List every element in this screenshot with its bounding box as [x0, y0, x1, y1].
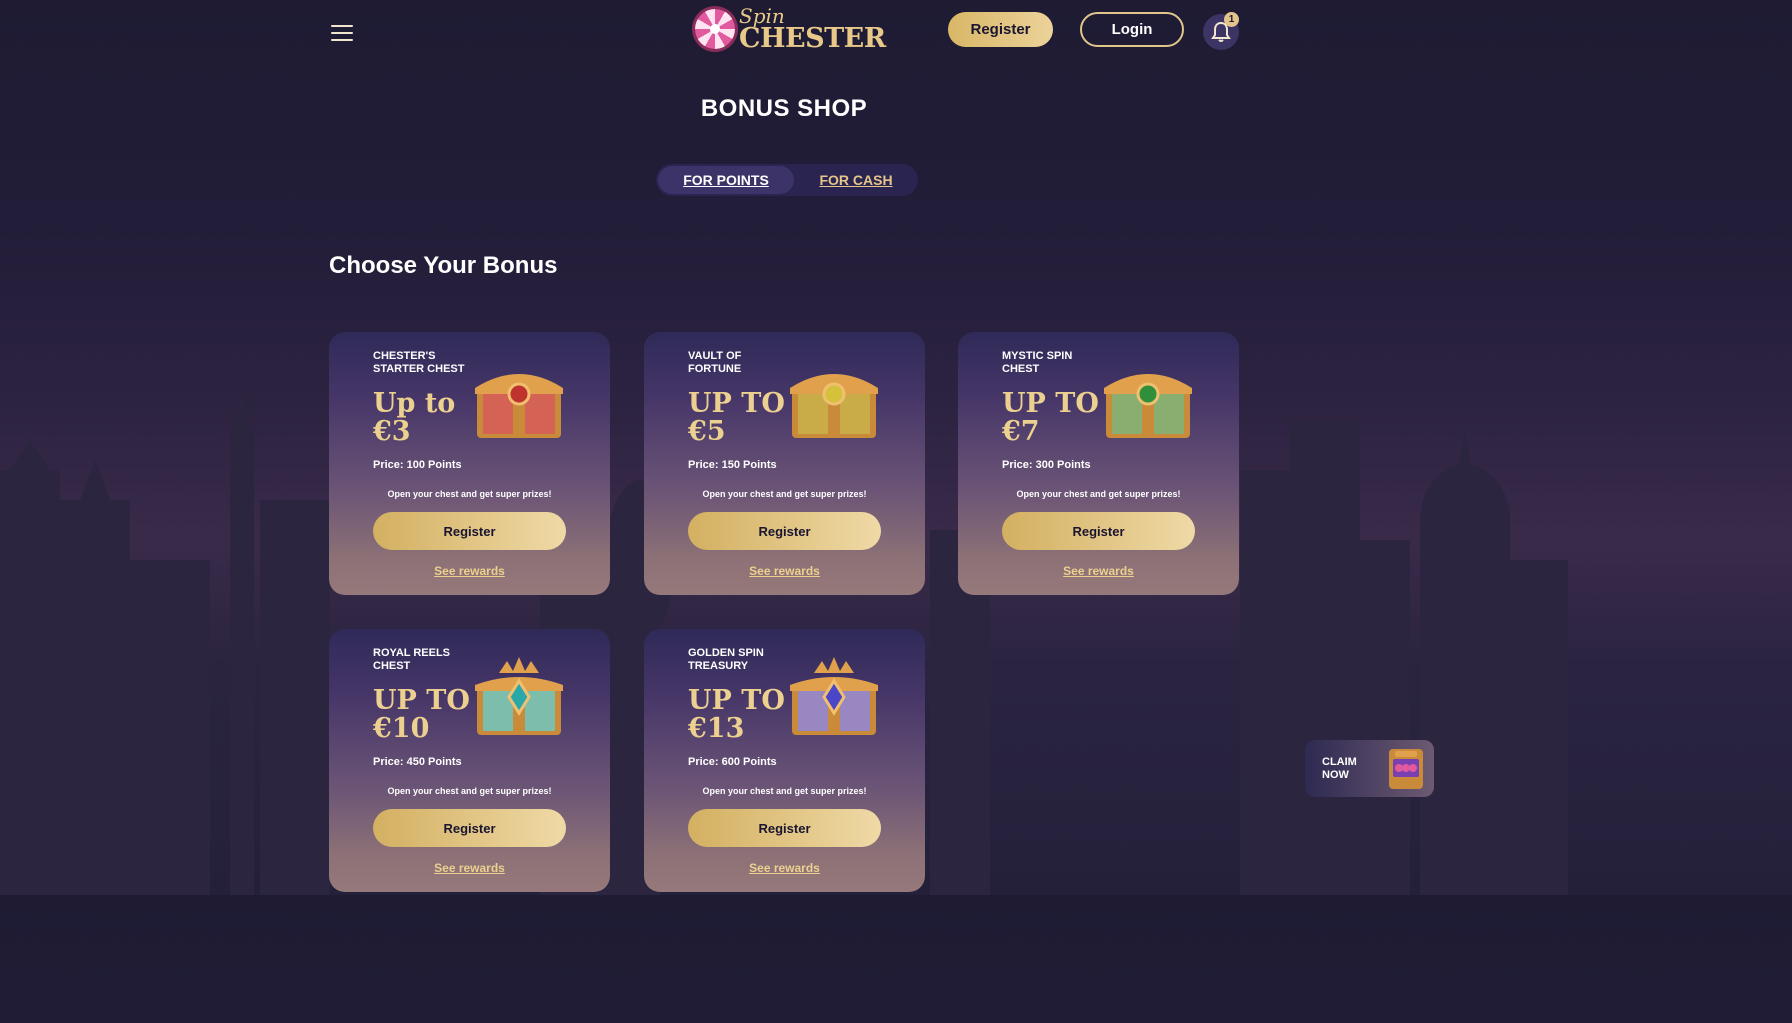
- menu-icon[interactable]: [331, 20, 353, 46]
- card-description: Open your chest and get super prizes!: [702, 786, 867, 796]
- claim-now-label: CLAIM NOW: [1322, 756, 1357, 781]
- card-name: MYSTIC SPIN CHEST: [1002, 350, 1073, 375]
- header-register-button[interactable]: Register: [948, 12, 1053, 47]
- card-amount: UP TO €7: [1002, 388, 1099, 447]
- card-register-button[interactable]: Register: [688, 512, 881, 550]
- card-amount: UP TO €10: [373, 685, 470, 744]
- card-name: ROYAL REELS CHEST: [373, 647, 451, 672]
- card-amount: UP TO €13: [688, 685, 785, 744]
- see-rewards-link[interactable]: See rewards: [644, 564, 925, 578]
- notifications-button[interactable]: 1: [1203, 12, 1239, 50]
- claim-now-widget[interactable]: CLAIM NOW: [1305, 740, 1434, 797]
- logo-wheel-icon: [695, 9, 735, 49]
- chest-icon: [790, 657, 878, 735]
- chest-icon: [475, 657, 563, 735]
- card-register-button[interactable]: Register: [373, 512, 566, 550]
- card-name: CHESTER'S STARTER CHEST: [373, 350, 465, 375]
- card-description: Open your chest and get super prizes!: [387, 489, 552, 499]
- card-name: GOLDEN SPIN TREASURY: [688, 647, 764, 672]
- bonus-card: GOLDEN SPIN TREASURY UP TO €13 Price: 60…: [644, 629, 925, 892]
- see-rewards-link[interactable]: See rewards: [329, 861, 610, 875]
- card-register-button[interactable]: Register: [688, 809, 881, 847]
- card-description: Open your chest and get super prizes!: [702, 489, 867, 499]
- bonus-card: MYSTIC SPIN CHEST UP TO €7 Price: 300 Po…: [958, 332, 1239, 595]
- bonus-card: VAULT OF FORTUNE UP TO €5 Price: 150 Poi…: [644, 332, 925, 595]
- card-price: Price: 100 Points: [373, 459, 462, 471]
- card-price: Price: 300 Points: [1002, 459, 1091, 471]
- card-price: Price: 600 Points: [688, 756, 777, 768]
- card-register-button[interactable]: Register: [1002, 512, 1195, 550]
- bonus-card: ROYAL REELS CHEST UP TO €10 Price: 450 P…: [329, 629, 610, 892]
- notification-badge: 1: [1224, 12, 1239, 27]
- chest-icon: [475, 374, 563, 438]
- card-description: Open your chest and get super prizes!: [387, 786, 552, 796]
- bonus-card: CHESTER'S STARTER CHEST Up to €3 Price: …: [329, 332, 610, 595]
- card-amount: Up to €3: [373, 388, 456, 447]
- card-price: Price: 150 Points: [688, 459, 777, 471]
- logo[interactable]: Spin CHESTER: [695, 4, 886, 56]
- card-price: Price: 450 Points: [373, 756, 462, 768]
- see-rewards-link[interactable]: See rewards: [644, 861, 925, 875]
- logo-text-chester: CHESTER: [739, 23, 886, 54]
- chest-icon: [1104, 374, 1192, 438]
- card-name: VAULT OF FORTUNE: [688, 350, 742, 375]
- page-title: BONUS SHOP: [700, 95, 868, 122]
- section-title: Choose Your Bonus: [329, 252, 558, 279]
- tab-for-points[interactable]: FOR POINTS: [658, 166, 794, 194]
- chest-icon: [790, 374, 878, 438]
- card-amount: UP TO €5: [688, 388, 785, 447]
- tab-for-cash[interactable]: FOR CASH: [796, 166, 916, 194]
- card-description: Open your chest and get super prizes!: [1016, 489, 1181, 499]
- shop-tabs: FOR POINTS FOR CASH: [656, 164, 918, 196]
- see-rewards-link[interactable]: See rewards: [958, 564, 1239, 578]
- see-rewards-link[interactable]: See rewards: [329, 564, 610, 578]
- header-login-button[interactable]: Login: [1080, 12, 1184, 47]
- slot-machine-icon: [1389, 749, 1423, 789]
- card-register-button[interactable]: Register: [373, 809, 566, 847]
